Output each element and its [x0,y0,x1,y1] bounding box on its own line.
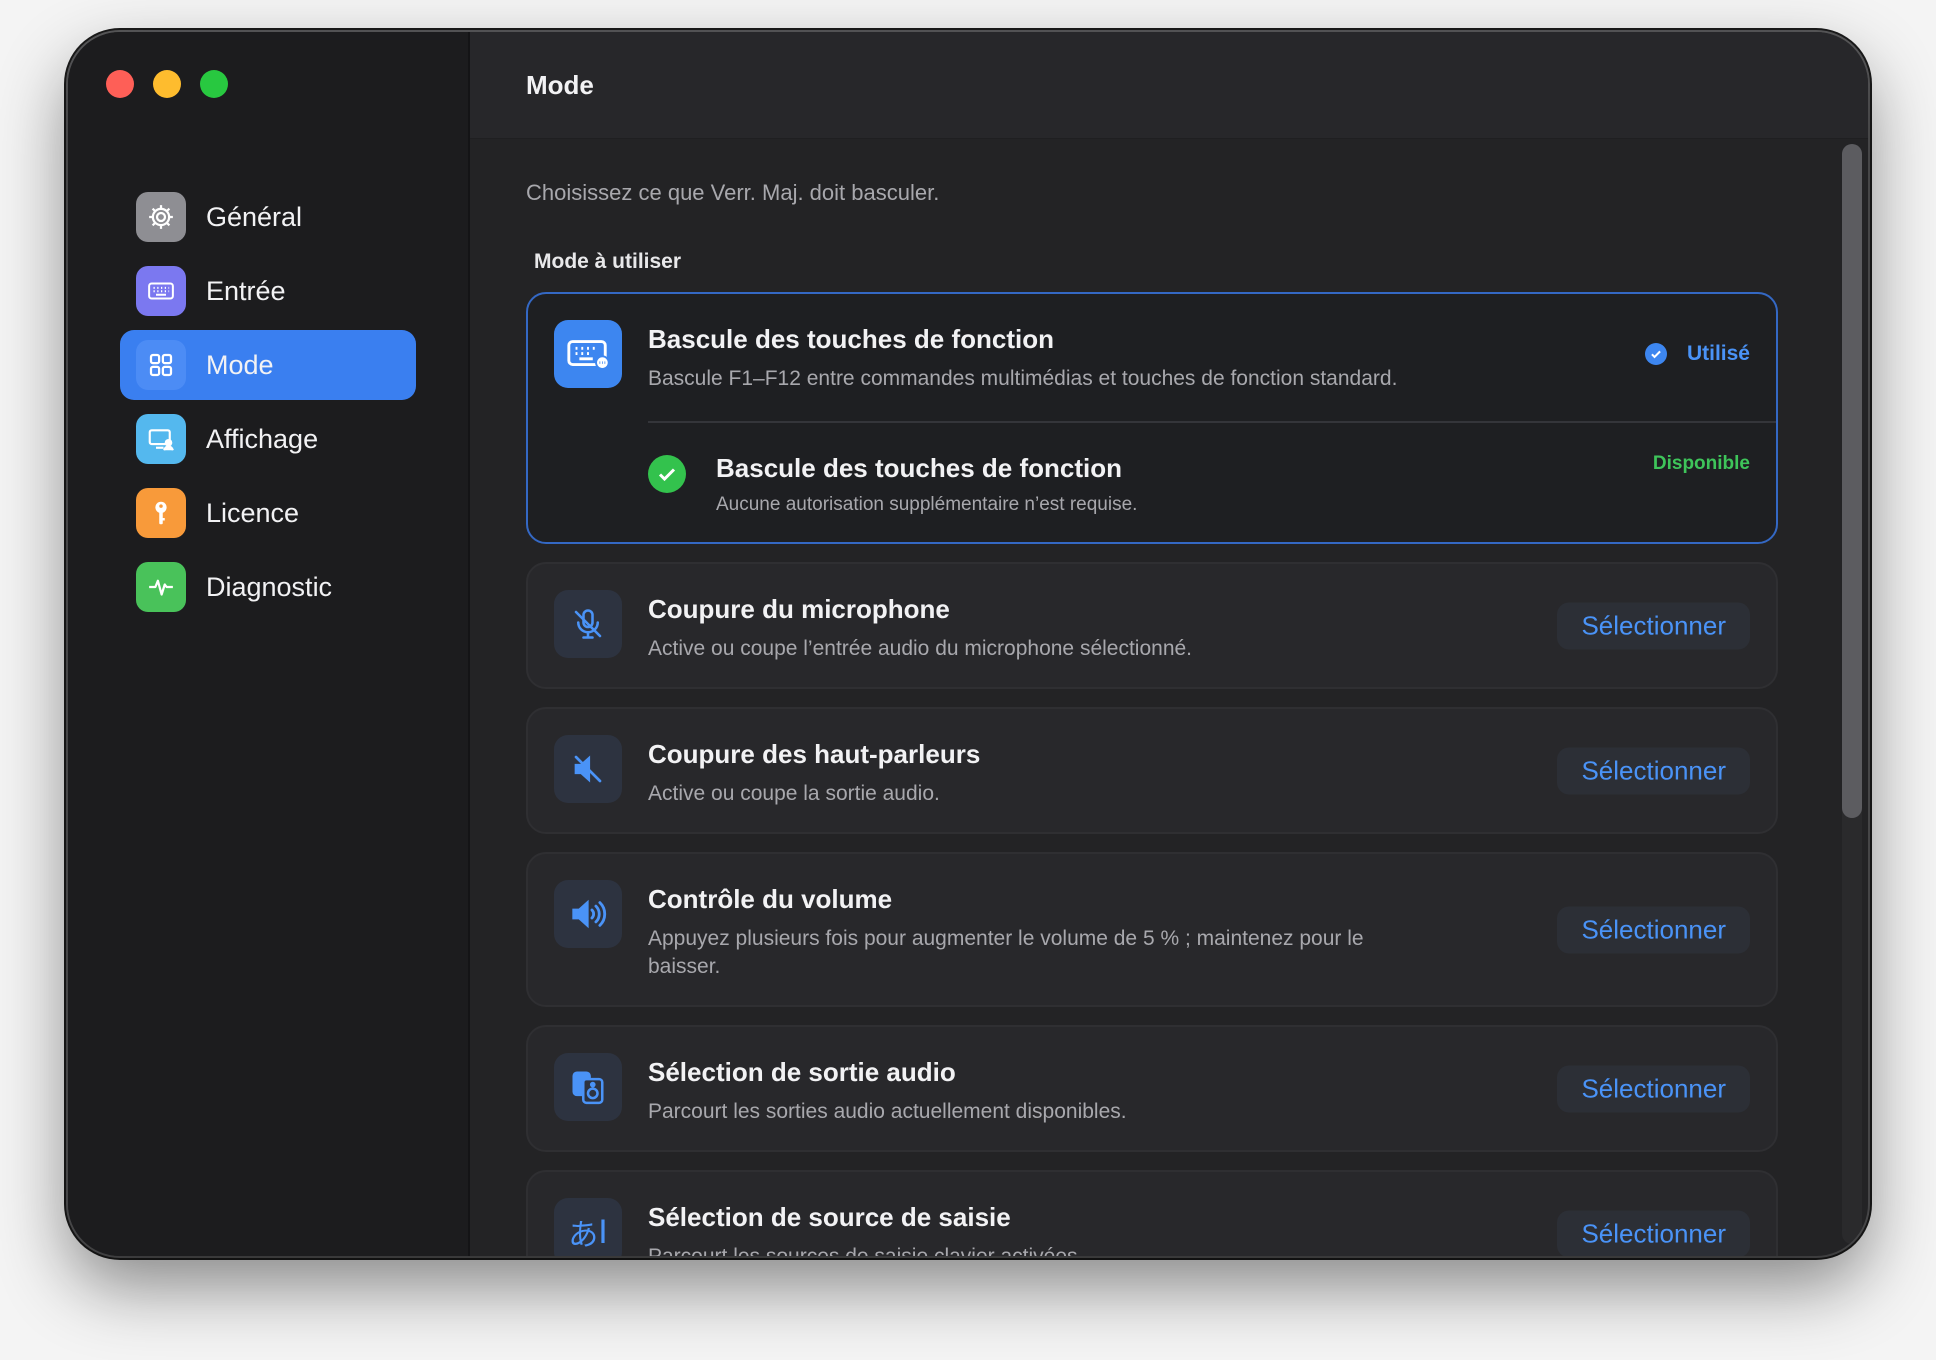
gear-icon [136,192,186,242]
sidebar-item-label: Diagnostic [206,571,333,602]
sidebar-item-label: Licence [206,497,300,528]
mode-card-audio-output: Sélection de sortie audio Parcourt les s… [526,1025,1778,1152]
zoom-button[interactable] [200,70,228,98]
mode-card-volume: Contrôle du volume Appuyez plusieurs foi… [526,852,1778,1007]
display-icon [136,414,186,464]
mode-description: Parcourt les sources de saisie clavier a… [648,1243,1408,1256]
mode-card-function-keys[interactable]: Bascule des touches de fonction Bascule … [526,292,1778,544]
speaker-slash-icon [554,735,622,803]
sidebar-item-label: Entrée [206,275,286,306]
sidebar-item-label: Mode [206,349,274,380]
requirement-row: Bascule des touches de fonction Aucune a… [648,421,1776,542]
close-button[interactable] [106,70,134,98]
sidebar-nav: Général Entrée Mode Affichage Licence Di… [120,182,416,626]
sidebar-item-input[interactable]: Entrée [120,256,416,326]
checkmark-circle-icon [648,455,686,493]
sidebar-item-diagnostic[interactable]: Diagnostic [120,552,416,622]
select-button[interactable]: Sélectionner [1557,1210,1750,1256]
sidebar-item-mode[interactable]: Mode [120,330,416,400]
mode-description: Active ou coupe la sortie audio. [648,782,940,805]
status-badge: Utilisé [1644,342,1750,366]
keyboard-icon [136,266,186,316]
mic-slash-icon [554,590,622,658]
content: Choisissez ce que Verr. Maj. doit bascul… [526,138,1778,1256]
scrollbar[interactable] [1842,144,1862,1244]
requirement-title: Bascule des touches de fonction [716,453,1122,483]
main-panel: Mode Choisissez ce que Verr. Maj. doit b… [470,32,1868,1256]
pulse-icon [136,562,186,612]
checkmark-circle-icon [1644,343,1667,365]
select-button[interactable]: Sélectionner [1557,747,1750,794]
mode-card-speaker-mute: Coupure des haut-parleurs Active ou coup… [526,707,1778,834]
sidebar-item-display[interactable]: Affichage [120,404,416,474]
select-button[interactable]: Sélectionner [1557,906,1750,953]
speakers-icon [554,1053,622,1121]
mode-description: Bascule F1–F12 entre commandes multimédi… [648,367,1398,390]
input-source-glyph: あ [568,1219,599,1252]
input-source-icon: あI [554,1198,622,1256]
minimize-button[interactable] [153,70,181,98]
select-button[interactable]: Sélectionner [1557,602,1750,649]
mode-card-mic-mute: Coupure du microphone Active ou coupe l’… [526,562,1778,689]
requirement-description: Aucune autorisation supplémentaire n’est… [716,494,1138,515]
sidebar-item-label: Général [206,201,303,232]
speaker-wave-icon [554,880,622,948]
page-title: Mode [526,70,594,100]
scrollbar-thumb[interactable] [1842,144,1862,818]
grid-icon [136,340,186,390]
section-heading: Mode à utiliser [534,250,682,273]
mode-description: Active ou coupe l’entrée audio du microp… [648,637,1193,660]
mode-title: Bascule des touches de fonction [648,324,1054,354]
sidebar-item-label: Affichage [206,423,319,454]
page-subtitle: Choisissez ce que Verr. Maj. doit bascul… [526,180,940,205]
status-label: Utilisé [1686,342,1750,365]
sidebar-item-license[interactable]: Licence [120,478,416,548]
mode-description: Appuyez plusieurs fois pour augmenter le… [648,927,1364,978]
availability-badge: Disponible [1652,453,1750,474]
title-bar: Mode [470,32,1868,139]
keyboard-icon [554,320,622,388]
mode-description: Parcourt les sorties audio actuellement … [648,1100,1127,1123]
app-window: Général Entrée Mode Affichage Licence Di… [68,32,1868,1256]
sidebar: Général Entrée Mode Affichage Licence Di… [68,32,470,1256]
window-controls [106,70,228,98]
mode-card-input-source: あI Sélection de source de saisie Parcour… [526,1170,1778,1256]
select-button[interactable]: Sélectionner [1557,1065,1750,1112]
key-icon [136,488,186,538]
sidebar-item-general[interactable]: Général [120,182,416,252]
